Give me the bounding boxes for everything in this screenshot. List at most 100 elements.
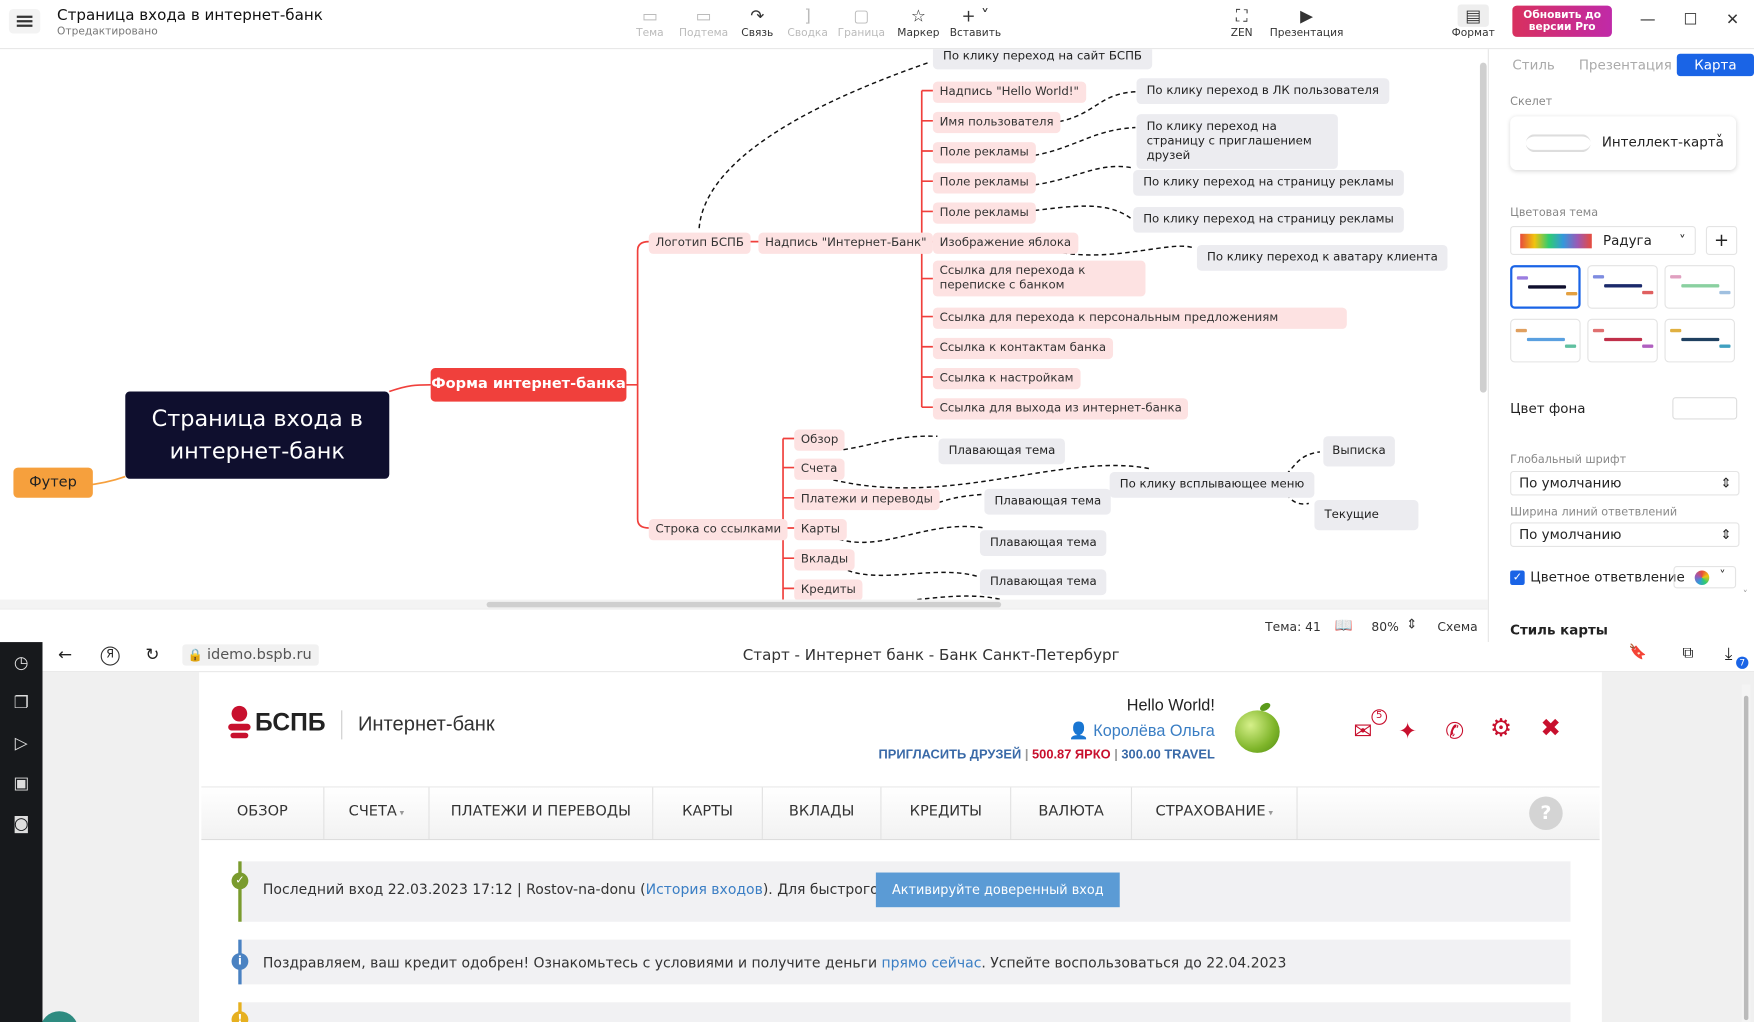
- note-ad-1[interactable]: По клику переход на страницу рекламы: [1133, 170, 1404, 196]
- presentation-button[interactable]: ▶ Презентация: [1266, 4, 1347, 40]
- calendar-icon[interactable]: ▣: [0, 763, 43, 803]
- zen-button[interactable]: ⛶ ZEN: [1210, 4, 1273, 40]
- topic-credits[interactable]: Кредиты: [794, 579, 863, 600]
- nav-accounts[interactable]: СЧЕТА ▾: [324, 787, 430, 839]
- collections-icon[interactable]: ❐: [0, 682, 43, 722]
- topic-form[interactable]: Форма интернет-банка: [430, 368, 627, 402]
- topic-offers-link[interactable]: Ссылка для перехода к персональным предл…: [932, 307, 1347, 329]
- nav-cards[interactable]: КАРТЫ: [653, 787, 763, 839]
- topic-apple[interactable]: Изображение яблока: [932, 232, 1078, 254]
- topic-logo[interactable]: Логотип БСПБ: [648, 232, 751, 254]
- apple-avatar-icon[interactable]: [1234, 701, 1280, 755]
- settings-gear-icon[interactable]: ⚙: [1490, 715, 1512, 743]
- note-statement[interactable]: Выписка: [1323, 436, 1395, 467]
- topic-footer[interactable]: Футер: [13, 467, 93, 498]
- topic-ad-3[interactable]: Поле рекламы: [932, 202, 1036, 224]
- note-invite[interactable]: По клику переход на страницу с приглашен…: [1136, 114, 1338, 169]
- tool-marker[interactable]: ☆ Маркер: [887, 4, 950, 40]
- topic-hello[interactable]: Надпись "Hello World!": [932, 81, 1086, 103]
- theme-option-1[interactable]: [1510, 265, 1581, 309]
- document-title[interactable]: Страница входа в интернет-банк: [57, 7, 323, 25]
- minimize-icon[interactable]: —: [1640, 11, 1656, 29]
- topic-settings-link[interactable]: Ссылка к настройкам: [932, 368, 1081, 390]
- topic-root[interactable]: Страница входа в интернет-банк: [125, 391, 390, 479]
- topic-messages-link[interactable]: Ссылка для перехода к переписке с банком: [932, 260, 1146, 297]
- color-theme-select[interactable]: Радуга ˅: [1510, 225, 1696, 256]
- close-window-icon[interactable]: ✕: [1726, 11, 1739, 29]
- note-avatar[interactable]: По клику переход к аватару клиента: [1196, 244, 1448, 271]
- activate-trusted-login-button[interactable]: Активируйте доверенный вход: [875, 872, 1120, 908]
- topic-ib-label[interactable]: Надпись "Интернет-Банк": [758, 232, 934, 254]
- nav-payments[interactable]: ПЛАТЕЖИ И ПЕРЕВОДЫ: [430, 787, 654, 839]
- topic-links-row[interactable]: Строка со ссылками: [648, 519, 788, 541]
- format-button[interactable]: ▤ Формат: [1442, 4, 1505, 39]
- help-icon[interactable]: ?: [1529, 796, 1563, 831]
- floating-topic-2[interactable]: Плавающая тема: [984, 488, 1112, 515]
- history-icon[interactable]: ◷: [0, 642, 43, 682]
- nav-deposits[interactable]: ВКЛАДЫ: [763, 787, 882, 839]
- zoom-stepper-icon[interactable]: ⇕: [1406, 616, 1417, 632]
- yandex-icon[interactable]: Я: [100, 646, 120, 666]
- tool-insert[interactable]: + ˅ Вставить: [944, 4, 1007, 40]
- user-name-link[interactable]: 👤 Королёва Ольга: [1069, 722, 1215, 741]
- maximize-icon[interactable]: ☐: [1684, 11, 1698, 29]
- note-lk[interactable]: По клику переход в ЛК пользователя: [1136, 78, 1390, 105]
- floating-topic-3[interactable]: Плавающая тема: [979, 530, 1107, 556]
- note-current[interactable]: Текущие: [1314, 500, 1419, 531]
- theme-option-6[interactable]: [1664, 318, 1735, 363]
- login-history-link[interactable]: История входов: [646, 880, 763, 897]
- menu-icon[interactable]: [8, 8, 41, 34]
- canvas-vertical-scrollbar[interactable]: [1479, 49, 1488, 599]
- get-money-link[interactable]: прямо сейчас: [882, 954, 982, 971]
- topic-payments[interactable]: Платежи и переводы: [794, 488, 940, 511]
- topic-deposits[interactable]: Вклады: [794, 549, 855, 571]
- bank-brand[interactable]: БСПБ: [255, 708, 326, 737]
- video-icon[interactable]: ▷: [0, 723, 43, 763]
- note-ad-2[interactable]: По клику переход на страницу рекламы: [1133, 206, 1404, 233]
- tool-boundary[interactable]: ▢ Граница: [830, 4, 893, 40]
- nav-overview[interactable]: ОБЗОР: [201, 787, 325, 839]
- note-bspb-site[interactable]: По клику переход на сайт БСПБ: [932, 49, 1153, 70]
- invite-friends-link[interactable]: ПРИГЛАСИТЬ ДРУЗЕЙ: [879, 748, 1022, 761]
- global-font-select[interactable]: По умолчанию ⇕: [1510, 470, 1740, 496]
- yarko-balance[interactable]: 500.87 ЯРКО: [1032, 748, 1111, 761]
- topic-cards[interactable]: Карты: [794, 519, 847, 541]
- bookmark-icon[interactable]: 🔖: [1629, 644, 1647, 661]
- topic-username[interactable]: Имя пользователя: [932, 111, 1061, 134]
- floating-topic-4[interactable]: Плавающая тема: [979, 569, 1107, 596]
- colored-branch-checkbox[interactable]: ✓: [1510, 570, 1525, 586]
- theme-option-5[interactable]: [1587, 318, 1658, 363]
- tabs-icon[interactable]: ⧉: [1682, 644, 1693, 662]
- tab-map[interactable]: Карта: [1676, 53, 1754, 77]
- bg-color-swatch[interactable]: [1672, 397, 1738, 420]
- topic-ad-2[interactable]: Поле рекламы: [932, 172, 1036, 194]
- book-icon[interactable]: 📖: [1335, 617, 1353, 634]
- tab-presentation[interactable]: Презентация: [1576, 54, 1674, 76]
- back-icon[interactable]: ←: [58, 644, 72, 664]
- page-scrollbar[interactable]: [1741, 684, 1751, 1022]
- screenshot-icon[interactable]: ◙: [0, 803, 43, 843]
- branch-width-select[interactable]: По умолчанию ⇕: [1510, 522, 1740, 548]
- add-theme-button[interactable]: +: [1705, 225, 1738, 256]
- phone-icon[interactable]: ✆: [1445, 717, 1464, 744]
- theme-option-3[interactable]: [1664, 265, 1735, 309]
- travel-balance[interactable]: 300.00 TRAVEL: [1121, 748, 1214, 761]
- zoom-level[interactable]: 80%: [1371, 620, 1398, 635]
- view-mode[interactable]: Схема: [1437, 620, 1477, 635]
- url-field[interactable]: 🔒 idemo.bspb.ru: [182, 644, 319, 666]
- branch-color-picker[interactable]: ˅: [1673, 566, 1737, 589]
- topic-contacts-link[interactable]: Ссылка к контактам банка: [932, 337, 1113, 360]
- mail-icon[interactable]: ✉: [1354, 717, 1373, 744]
- note-popup-menu[interactable]: По клику всплывающее меню: [1109, 472, 1315, 498]
- topic-overview[interactable]: Обзор: [794, 429, 846, 451]
- topic-exit-link[interactable]: Ссылка для выхода из интернет-банка: [932, 398, 1189, 420]
- canvas-horizontal-scrollbar[interactable]: [0, 599, 1488, 609]
- nav-credits[interactable]: КРЕДИТЫ: [881, 787, 1012, 839]
- download-icon[interactable]: ⤓: [1725, 643, 1732, 663]
- reload-icon[interactable]: ↻: [145, 644, 159, 664]
- topic-ad-1[interactable]: Поле рекламы: [932, 142, 1036, 164]
- panel-scroll-icon[interactable]: ˅: [1743, 590, 1748, 601]
- nav-insurance[interactable]: СТРАХОВАНИЕ ▾: [1132, 787, 1298, 839]
- theme-option-4[interactable]: [1510, 318, 1581, 363]
- topic-accounts[interactable]: Счета: [794, 458, 845, 480]
